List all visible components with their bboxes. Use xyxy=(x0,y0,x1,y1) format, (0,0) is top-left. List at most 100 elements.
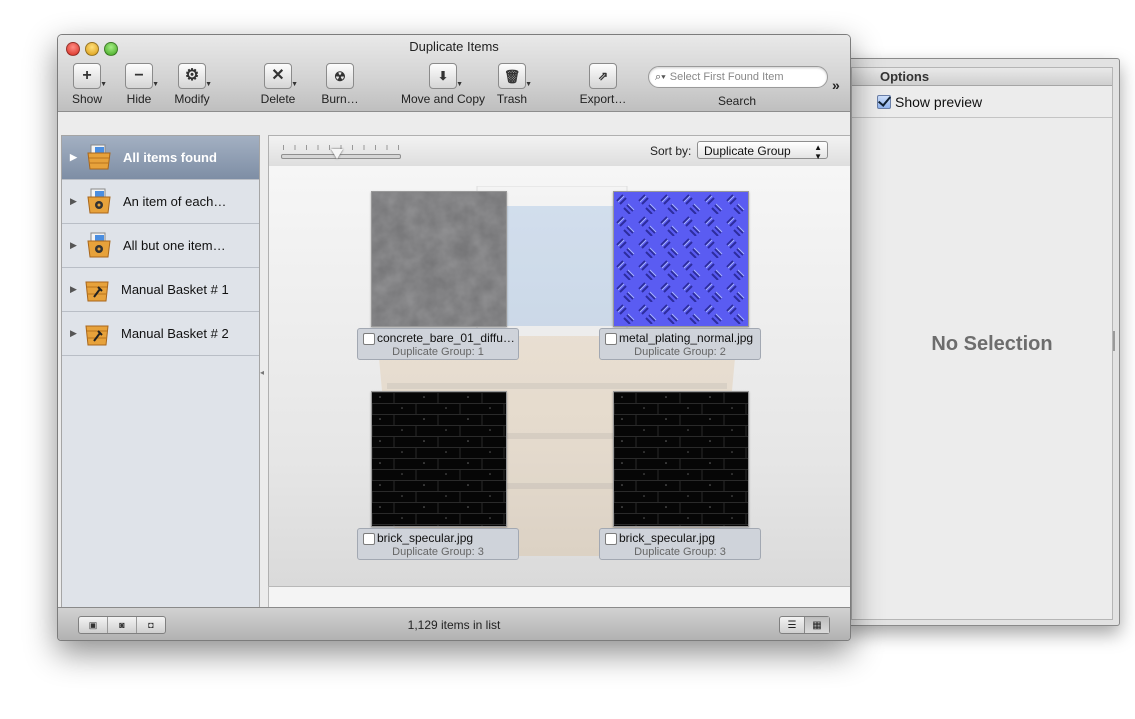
delete-button[interactable]: ✕ ▼ Delete xyxy=(258,63,298,106)
search-input[interactable] xyxy=(667,70,822,84)
no-selection-label: No Selection xyxy=(931,333,1053,355)
basket-gear-icon xyxy=(87,188,111,214)
updown-arrows-icon: ▲ ▼ xyxy=(814,143,822,161)
content-header-bar: Sort by: Duplicate Group ▲ ▼ xyxy=(268,135,850,167)
slider-thumb[interactable] xyxy=(331,149,343,159)
bottom-bar: ▣ ◙ ◘ 1,129 items in list ☰ ▦ xyxy=(58,607,850,640)
dropdown-arrow-icon: ▼ xyxy=(100,81,107,88)
export-document-icon: ⇗ xyxy=(597,69,609,83)
export-label: Export… xyxy=(579,92,627,106)
sidebar-item-all-items-found[interactable]: ▶ All items found xyxy=(62,136,259,180)
thumbnail-caption: brick_specular.jpg Duplicate Group: 3 xyxy=(357,528,519,560)
main-window: Duplicate Items + ▼ Show − ▼ Hide ⚙ ▼ Modif… xyxy=(57,34,851,641)
thumbnail-caption: brick_specular.jpg Duplicate Group: 3 xyxy=(599,528,761,560)
options-header: Options xyxy=(852,68,1112,86)
dropdown-arrow-icon: ▼ xyxy=(205,81,212,88)
list-view-icon: ☰ xyxy=(787,619,797,631)
hide-button[interactable]: − ▼ Hide xyxy=(122,63,159,106)
options-drawer: Options Show preview No Selection xyxy=(846,58,1120,626)
basket-gear-icon xyxy=(87,232,111,258)
burn-radiation-icon: ☢ xyxy=(334,68,346,84)
sort-by-value: Duplicate Group xyxy=(704,144,791,158)
show-button[interactable]: + ▼ Show xyxy=(70,63,107,106)
sidebar-item-label: Manual Basket # 1 xyxy=(121,282,229,297)
drawer-resize-handle[interactable] xyxy=(1113,331,1115,351)
thumbnail-caption: concrete_bare_01_diffu… Duplicate Group:… xyxy=(357,328,519,360)
move-and-copy-label: Move and Copy xyxy=(400,92,486,106)
dropdown-arrow-icon: ▼ xyxy=(456,81,463,88)
trash-icon: 🗑 xyxy=(503,68,521,84)
item-select-checkbox[interactable] xyxy=(363,333,375,345)
disclosure-triangle-icon[interactable]: ▶ xyxy=(70,240,77,251)
duplicate-group: Duplicate Group: 1 xyxy=(392,346,484,358)
grid-view-icon: ▦ xyxy=(812,619,822,631)
sidebar-item-an-item-of-each[interactable]: ▶ An item of each… xyxy=(62,180,259,224)
sidebar-item-all-but-one[interactable]: ▶ All but one item… xyxy=(62,224,259,268)
item-select-checkbox[interactable] xyxy=(363,533,375,545)
burn-button[interactable]: ☢ Burn… xyxy=(320,63,360,106)
move-and-copy-button[interactable]: ⬇ ▼ Move and Copy xyxy=(400,63,486,106)
sidebar-item-label: All but one item… xyxy=(123,238,226,253)
duplicate-group: Duplicate Group: 2 xyxy=(634,346,726,358)
icon-view-button[interactable]: ▦ xyxy=(804,617,829,633)
file-name: brick_specular.jpg xyxy=(377,531,474,545)
sidebar-item-manual-basket-2[interactable]: ▶ Manual Basket # 2 xyxy=(62,312,259,356)
toolbar: Duplicate Items + ▼ Show − ▼ Hide ⚙ ▼ Modif… xyxy=(58,35,850,112)
toolbar-overflow-button[interactable]: » xyxy=(832,77,840,93)
export-button[interactable]: ⇗ Export… xyxy=(578,63,628,106)
item-select-checkbox[interactable] xyxy=(605,533,617,545)
sidebar-item-label: An item of each… xyxy=(123,194,227,209)
minus-icon: − xyxy=(134,67,144,84)
sidebar-item-label: Manual Basket # 2 xyxy=(121,326,229,341)
path-bar xyxy=(268,586,850,608)
search-field[interactable]: ⌕▾ xyxy=(648,66,828,88)
dropdown-arrow-icon: ▼ xyxy=(291,81,298,88)
duplicate-group: Duplicate Group: 3 xyxy=(392,546,484,558)
disclosure-triangle-icon[interactable]: ▶ xyxy=(70,196,77,207)
show-preview-checkbox[interactable] xyxy=(877,94,891,109)
thumbnail-metal-plating[interactable] xyxy=(613,191,749,327)
x-icon: ✕ xyxy=(271,67,285,84)
split-view-handle-icon[interactable]: ◂ xyxy=(260,368,264,377)
disclosure-triangle-icon[interactable]: ▶ xyxy=(70,284,77,295)
search-label: Search xyxy=(717,94,757,108)
items-count-status: 1,129 items in list xyxy=(407,618,501,632)
basket-wrench-icon xyxy=(85,281,109,302)
folder-arrow-icon: ⬇ xyxy=(437,69,449,83)
duplicate-group: Duplicate Group: 3 xyxy=(634,546,726,558)
thumbnail-brick-specular[interactable] xyxy=(613,391,749,527)
file-name: metal_plating_normal.jpg xyxy=(619,331,754,345)
disclosure-triangle-icon[interactable]: ▶ xyxy=(70,328,77,339)
sidebar-item-label: All items found xyxy=(123,150,217,165)
thumbnail-caption: metal_plating_normal.jpg Duplicate Group… xyxy=(599,328,761,360)
file-name: brick_specular.jpg xyxy=(619,531,716,545)
modify-label: Modify xyxy=(174,92,210,106)
dropdown-arrow-icon: ▼ xyxy=(525,81,532,88)
show-label: Show xyxy=(71,92,103,106)
basket-wrench-icon xyxy=(85,325,109,346)
trash-label: Trash xyxy=(496,92,528,106)
basket-icon xyxy=(87,144,111,170)
sidebar-item-manual-basket-1[interactable]: ▶ Manual Basket # 1 xyxy=(62,268,259,312)
list-view-button[interactable]: ☰ xyxy=(780,617,804,633)
gear-icon: ⚙ xyxy=(184,67,200,84)
hide-label: Hide xyxy=(126,92,152,106)
dropdown-arrow-icon: ▼ xyxy=(152,81,159,88)
burn-label: Burn… xyxy=(321,92,359,106)
thumbnail-concrete[interactable] xyxy=(371,191,507,327)
window-title: Duplicate Items xyxy=(409,39,499,54)
show-preview-label: Show preview xyxy=(895,93,983,110)
item-select-checkbox[interactable] xyxy=(605,333,617,345)
disclosure-triangle-icon[interactable]: ▶ xyxy=(70,152,77,163)
modify-button[interactable]: ⚙ ▼ Modify xyxy=(171,63,213,106)
file-name: concrete_bare_01_diffu… xyxy=(377,331,515,345)
trash-button[interactable]: 🗑 ▼ Trash xyxy=(494,63,532,106)
sort-by-label: Sort by: xyxy=(650,144,692,158)
plus-icon: + xyxy=(82,67,92,84)
show-preview-row[interactable]: Show preview xyxy=(852,86,1112,118)
thumbnail-brick-specular[interactable] xyxy=(371,391,507,527)
sort-by-select[interactable]: Duplicate Group ▲ ▼ xyxy=(697,141,828,161)
options-panel: Options Show preview No Selection xyxy=(851,67,1113,620)
delete-label: Delete xyxy=(260,92,296,106)
sidebar: ▶ All items found ▶ An item of each… ▶ A… xyxy=(61,135,260,608)
